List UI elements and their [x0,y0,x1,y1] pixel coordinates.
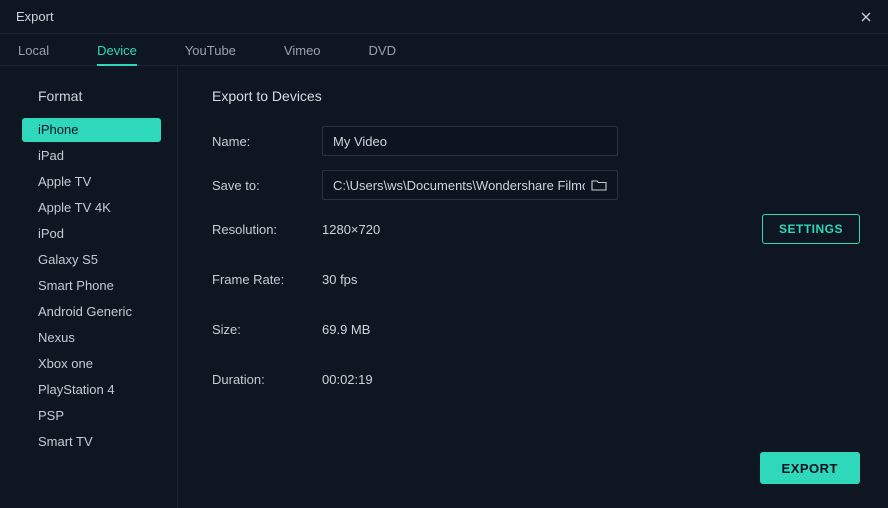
name-input-value: My Video [333,134,607,149]
tab-local[interactable]: Local [16,36,69,65]
format-item-psp[interactable]: PSP [22,404,161,428]
tab-vimeo[interactable]: Vimeo [284,36,341,65]
save-to-value: C:\Users\ws\Documents\Wondershare Filmo [333,178,585,193]
label-size: Size: [212,322,322,337]
tab-device[interactable]: Device [97,36,157,65]
label-save-to: Save to: [212,178,322,193]
format-item-android-generic[interactable]: Android Generic [22,300,161,324]
sidebar: Format iPhone iPad Apple TV Apple TV 4K … [0,66,178,508]
save-to-input[interactable]: C:\Users\ws\Documents\Wondershare Filmo [322,170,618,200]
value-size: 69.9 MB [322,322,370,337]
value-resolution: 1280×720 [322,222,380,237]
titlebar: Export [0,0,888,34]
format-item-apple-tv[interactable]: Apple TV [22,170,161,194]
format-item-apple-tv-4k[interactable]: Apple TV 4K [22,196,161,220]
label-resolution: Resolution: [212,222,322,237]
row-duration: Duration: 00:02:19 [212,364,860,394]
format-item-ipad[interactable]: iPad [22,144,161,168]
format-item-playstation-4[interactable]: PlayStation 4 [22,378,161,402]
row-frame-rate: Frame Rate: 30 fps [212,264,860,294]
name-input[interactable]: My Video [322,126,618,156]
format-item-nexus[interactable]: Nexus [22,326,161,350]
label-name: Name: [212,134,322,149]
export-button[interactable]: EXPORT [760,452,860,484]
tab-dvd[interactable]: DVD [369,36,416,65]
label-frame-rate: Frame Rate: [212,272,322,287]
main: Export to Devices Name: My Video Save to… [178,66,888,508]
label-duration: Duration: [212,372,322,387]
body: Format iPhone iPad Apple TV Apple TV 4K … [0,66,888,508]
row-resolution: Resolution: 1280×720 SETTINGS [212,214,860,244]
row-save-to: Save to: C:\Users\ws\Documents\Wondersha… [212,170,860,200]
folder-icon [591,179,607,191]
window-title: Export [16,9,54,24]
settings-button[interactable]: SETTINGS [762,214,860,244]
format-item-galaxy-s5[interactable]: Galaxy S5 [22,248,161,272]
value-duration: 00:02:19 [322,372,373,387]
tab-youtube[interactable]: YouTube [185,36,256,65]
close-icon [861,12,871,22]
sidebar-title: Format [22,88,161,104]
main-title: Export to Devices [212,88,860,104]
format-item-xbox-one[interactable]: Xbox one [22,352,161,376]
format-item-smart-phone[interactable]: Smart Phone [22,274,161,298]
row-size: Size: 69.9 MB [212,314,860,344]
value-frame-rate: 30 fps [322,272,357,287]
format-item-smart-tv[interactable]: Smart TV [22,430,161,454]
close-button[interactable] [856,7,876,27]
footer: EXPORT [760,452,860,484]
format-item-ipod[interactable]: iPod [22,222,161,246]
tabs: Local Device YouTube Vimeo DVD [0,34,888,66]
row-name: Name: My Video [212,126,860,156]
format-item-iphone[interactable]: iPhone [22,118,161,142]
